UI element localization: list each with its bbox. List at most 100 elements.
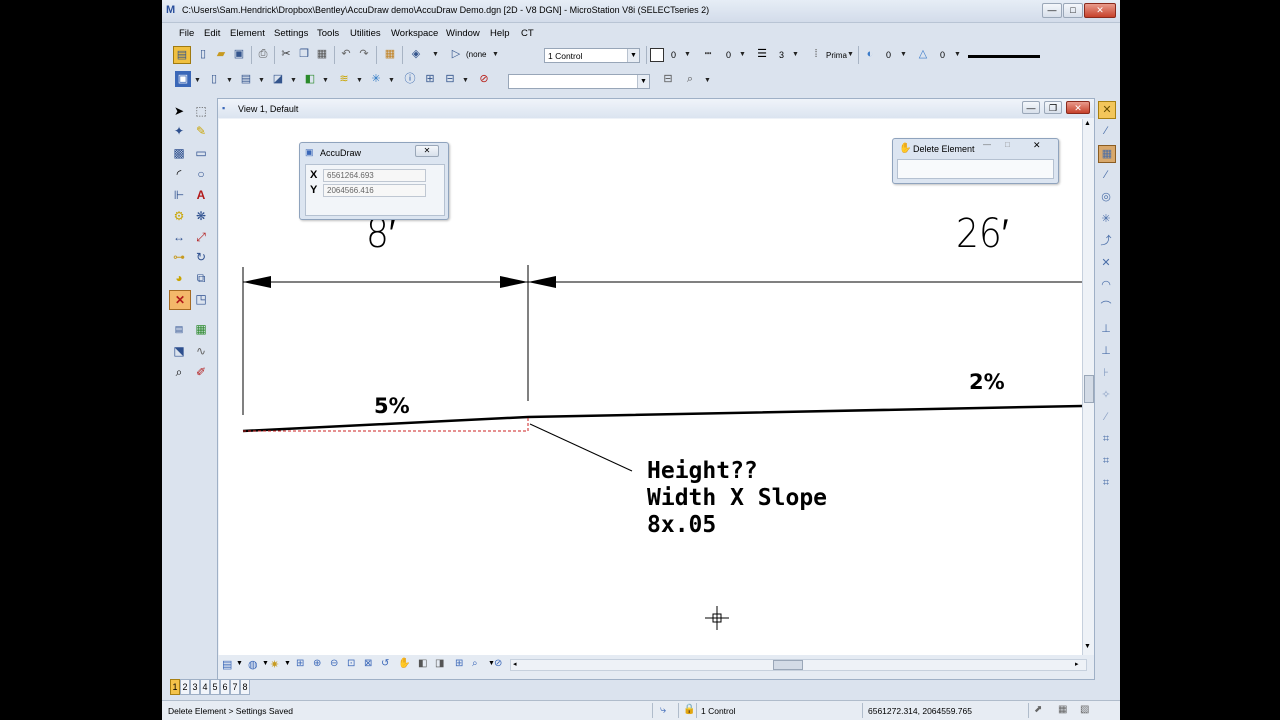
x-field[interactable]: 6561264.693 bbox=[323, 169, 426, 182]
rectangle-icon[interactable]: ▭ bbox=[191, 144, 211, 162]
view-tab-8[interactable]: 8 bbox=[240, 679, 250, 695]
view-next-icon[interactable]: ◨ bbox=[435, 658, 444, 669]
saved-views-dropdown[interactable]: ▼ bbox=[290, 77, 297, 84]
level-manager-dropdown[interactable]: ▼ bbox=[322, 77, 329, 84]
camera-icon[interactable]: ⌕ bbox=[472, 658, 478, 669]
references-icon[interactable]: ▯ bbox=[206, 71, 222, 87]
menu-settings[interactable]: Settings bbox=[274, 28, 308, 39]
accudraw-dialog[interactable]: ▣ AccuDraw ✕ X 6561264.693 Y 2064566.416 bbox=[299, 142, 449, 220]
center-snap-icon[interactable]: ∕ bbox=[1098, 167, 1114, 183]
measure-icon[interactable]: ↻ bbox=[191, 248, 211, 266]
manipulate-icon[interactable]: ✎ bbox=[191, 122, 211, 140]
menu-window[interactable]: Window bbox=[446, 28, 480, 39]
through-point-snap-icon[interactable]: ⊥ bbox=[1098, 343, 1114, 359]
scale-icon[interactable]: ◳ bbox=[191, 290, 211, 308]
y-field[interactable]: 2064566.416 bbox=[323, 184, 426, 197]
level-display-dropdown[interactable]: ▼ bbox=[356, 77, 363, 84]
view-restore-button[interactable]: ❐ bbox=[1044, 101, 1062, 114]
brightness-icon[interactable]: ✷ bbox=[270, 658, 279, 671]
note-text[interactable]: Height?? Width X Slope 8x.05 bbox=[647, 458, 827, 539]
element-class-dropdown[interactable]: ▼ bbox=[847, 51, 854, 58]
view-minimize-button[interactable]: — bbox=[1022, 101, 1040, 114]
view-attributes-icon[interactable]: ◈ bbox=[408, 46, 424, 62]
maximize-button[interactable]: □ bbox=[1063, 3, 1083, 18]
snap-mode-icon[interactable]: ⌗ bbox=[1098, 431, 1114, 447]
view-tab-6[interactable]: 6 bbox=[220, 679, 230, 695]
multi-snap-icon[interactable]: ∕ bbox=[1098, 409, 1114, 425]
cell-icon[interactable]: ⚙ bbox=[169, 207, 189, 225]
midpoint-snap-icon[interactable]: ▦ bbox=[1098, 145, 1116, 163]
scroll-up-icon[interactable]: ▲ bbox=[1084, 120, 1091, 127]
view-attributes-icon[interactable]: ▤ bbox=[222, 658, 232, 671]
view-attributes-dropdown[interactable]: ▼ bbox=[236, 660, 243, 667]
slope-label-left[interactable]: 5% bbox=[374, 394, 410, 418]
snap-settings-icon[interactable]: ⌗ bbox=[1098, 453, 1114, 469]
view-attributes-dropdown[interactable]: ▼ bbox=[432, 51, 439, 58]
delete-element-icon[interactable]: ✕ bbox=[169, 290, 191, 310]
view-close-button[interactable]: ✕ bbox=[1066, 101, 1090, 114]
ruler-icon[interactable]: ⊶ bbox=[169, 248, 189, 266]
scroll-left-icon[interactable]: ◂ bbox=[513, 660, 517, 668]
view-tab-7[interactable]: 7 bbox=[230, 679, 240, 695]
copy-element-icon[interactable]: ⧉ bbox=[191, 269, 211, 287]
dimension-text-right[interactable]: 26′ bbox=[956, 211, 1009, 257]
models-icon[interactable]: ▣ bbox=[175, 71, 191, 87]
brightness-dropdown[interactable]: ▼ bbox=[284, 660, 291, 667]
level-manager-icon[interactable]: ◧ bbox=[302, 71, 318, 87]
info-icon[interactable]: ⓘ bbox=[402, 71, 418, 87]
references-dropdown[interactable]: ▼ bbox=[226, 77, 233, 84]
transparency-dropdown[interactable]: ▼ bbox=[900, 51, 907, 58]
status-settings-icon[interactable]: ▧ bbox=[1080, 704, 1089, 715]
new-file-icon[interactable]: ▯ bbox=[195, 46, 211, 62]
dialog-maximize-button[interactable]: □ bbox=[1005, 140, 1010, 149]
priority-icon[interactable]: △ bbox=[915, 46, 931, 62]
copy-view-icon[interactable]: ⊞ bbox=[455, 658, 463, 669]
delete-dialog-close-button[interactable]: ✕ bbox=[1033, 140, 1041, 151]
text-icon[interactable]: A bbox=[191, 186, 211, 204]
filter-icon[interactable]: ⌕ bbox=[682, 71, 698, 87]
point-on-snap-icon[interactable]: ⊦ bbox=[1098, 365, 1114, 381]
menu-tools[interactable]: Tools bbox=[317, 28, 339, 39]
workspace-dropdown[interactable]: ▼ bbox=[462, 77, 469, 84]
keypoint-snap-icon[interactable]: ✕ bbox=[1098, 101, 1116, 119]
scroll-down-icon[interactable]: ▼ bbox=[1084, 643, 1091, 650]
change-attributes-icon[interactable]: ◕ bbox=[169, 269, 189, 287]
select-arrow-icon[interactable]: ➤ bbox=[169, 102, 189, 120]
lock-icon[interactable]: 🔒 bbox=[683, 704, 695, 715]
perpendicular-snap-icon[interactable]: ⌒ bbox=[1098, 299, 1114, 315]
horizontal-scroll-thumb[interactable] bbox=[773, 660, 803, 670]
task-icon[interactable]: ⊟ bbox=[660, 71, 676, 87]
status-level[interactable]: 1 Control bbox=[701, 706, 736, 716]
line-style-icon[interactable]: ┅ bbox=[700, 46, 716, 62]
save-icon[interactable]: ▣ bbox=[231, 46, 247, 62]
pattern-icon[interactable]: ❋ bbox=[191, 207, 211, 225]
trend-icon[interactable]: ∿ bbox=[191, 342, 211, 360]
color-swatch[interactable] bbox=[650, 48, 664, 62]
transparency-icon[interactable]: ◐ bbox=[862, 46, 878, 62]
modify-icon[interactable]: ⤢ bbox=[191, 228, 211, 246]
horizontal-scrollbar[interactable]: ◂ ▸ bbox=[510, 659, 1087, 671]
copy-icon[interactable]: ❐ bbox=[296, 46, 312, 62]
zoom-icon[interactable]: ⌕ bbox=[169, 363, 189, 381]
menu-file[interactable]: File bbox=[179, 28, 194, 39]
level-display-icon[interactable]: ≋ bbox=[336, 71, 352, 87]
snap-mode-icon[interactable]: ⤷ bbox=[660, 704, 666, 717]
delete-element-dialog[interactable]: ✋ Delete Element — □ ✕ bbox=[892, 138, 1059, 184]
no-snap-icon[interactable]: ⊘ bbox=[476, 71, 492, 87]
filter-dropdown[interactable]: ▼ bbox=[704, 77, 711, 84]
bisector-snap-icon[interactable]: ✳ bbox=[1098, 211, 1114, 227]
intersection-snap-icon[interactable]: ⤴ bbox=[1098, 233, 1114, 249]
view-display-icon[interactable]: ◍ bbox=[248, 658, 258, 671]
view-tab-1[interactable]: 1 bbox=[170, 679, 180, 695]
menu-help[interactable]: Help bbox=[490, 28, 510, 39]
origin-snap-icon[interactable]: ◎ bbox=[1098, 189, 1114, 205]
search-combo[interactable]: ▼ bbox=[508, 74, 650, 89]
clip-view-icon[interactable]: ⊘ bbox=[494, 658, 502, 669]
pan-view-icon[interactable]: ✋ bbox=[398, 658, 410, 669]
fence-icon[interactable]: ⬚ bbox=[191, 102, 211, 120]
dialog-minimize-button[interactable]: — bbox=[983, 140, 991, 149]
menu-element[interactable]: Element bbox=[230, 28, 265, 39]
accudraw-close-button[interactable]: ✕ bbox=[415, 145, 439, 157]
selection-icon[interactable]: ⊞ bbox=[422, 71, 438, 87]
view-tab-4[interactable]: 4 bbox=[200, 679, 210, 695]
